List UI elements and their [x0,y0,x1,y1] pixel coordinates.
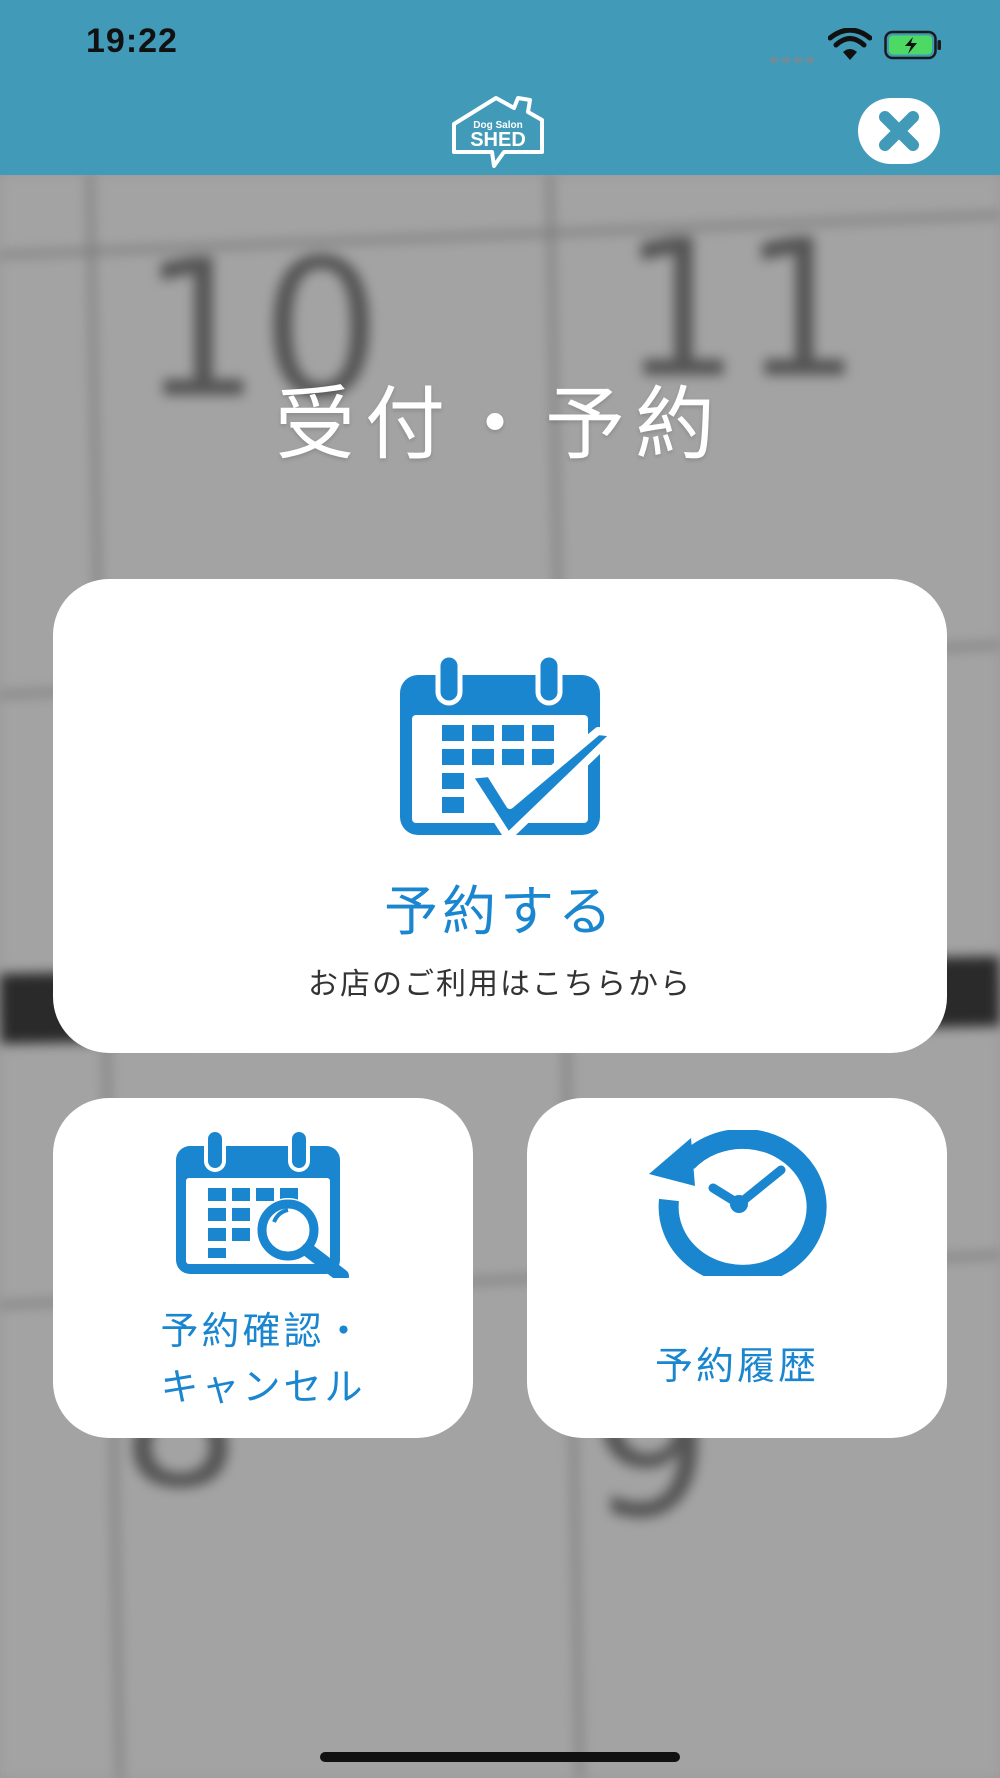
calendar-check-icon [400,655,618,837]
confirm-cancel-label-line1: 予約確認・ [160,1309,366,1353]
confirm-cancel-label: 予約確認・ キャンセル [53,1303,473,1415]
calendar-search-icon [176,1130,349,1278]
history-label: 予約履歴 [654,1344,819,1388]
status-time: 19:22 [86,22,178,60]
history-button[interactable]: 予約履歴 [527,1098,947,1438]
history-clock-icon [649,1130,827,1276]
dog-salon-shed-logo: Dog Salon SHED [448,90,548,170]
wifi-icon [828,28,872,60]
close-icon [879,111,919,151]
battery-icon [884,30,941,60]
confirm-cancel-label-line2: キャンセル [160,1365,366,1409]
reserve-subtitle: お店のご利用はこちらから [308,967,692,1002]
confirm-cancel-button[interactable]: 予約確認・ キャンセル [53,1098,473,1438]
page-title: 受付・予約 [275,378,725,471]
close-button[interactable] [858,98,940,164]
reserve-button[interactable]: 予約する お店のご利用はこちらから [53,579,947,1053]
home-indicator[interactable] [320,1752,680,1762]
reserve-label: 予約する [384,880,616,943]
logo-main-text: SHED [470,129,526,151]
header-bar: 19:22 Dog Salon SHED [0,0,1000,175]
cellular-signal-icon [770,48,818,63]
